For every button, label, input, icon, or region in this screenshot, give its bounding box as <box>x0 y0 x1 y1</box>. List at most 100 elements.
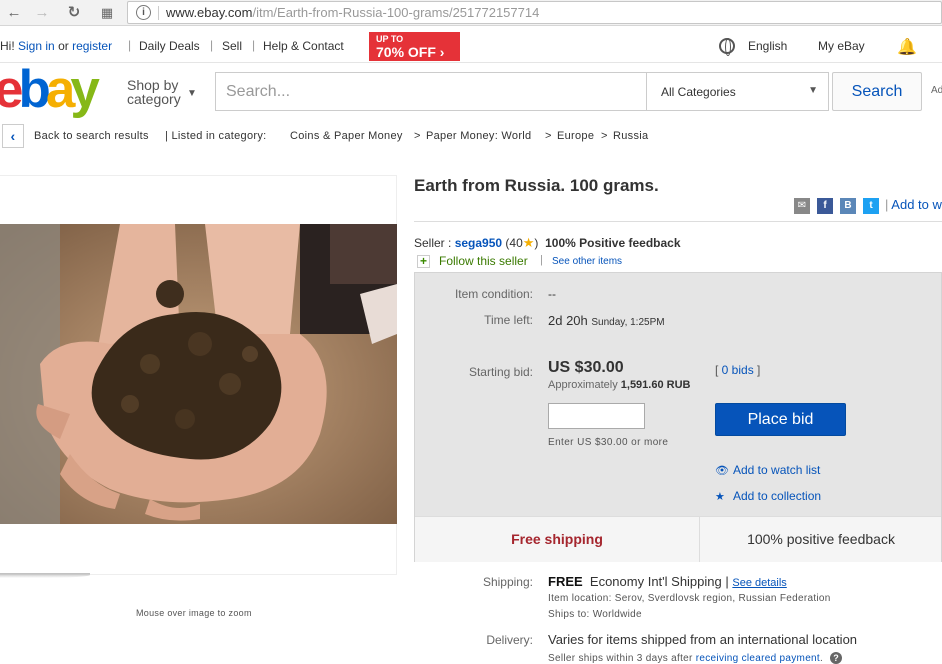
apps-grid-icon[interactable]: ▦ <box>97 3 117 23</box>
shipping-label: Shipping: <box>482 575 533 589</box>
ebay-logo[interactable]: ebay <box>0 62 100 118</box>
star-icon: ★ <box>715 491 725 503</box>
globe-icon <box>719 38 735 56</box>
item-title: Earth from Russia. 100 grams. <box>414 176 659 195</box>
help-contact-link[interactable]: Help & Contact <box>263 39 344 53</box>
sell-link[interactable]: Sell <box>222 39 242 53</box>
add-to-collection-link[interactable]: ★ Add to collection <box>715 489 821 503</box>
panel-shadow <box>0 573 90 578</box>
advanced-search-link[interactable]: Ad <box>931 85 942 96</box>
global-header: Hi! Sign in or register | Daily Deals | … <box>0 30 942 62</box>
time-left-value: 2d 20h Sunday, 1:25PM <box>548 313 665 328</box>
divider: | <box>252 38 256 52</box>
shop-by-line2: category <box>127 91 181 107</box>
header-divider <box>0 62 942 63</box>
breadcrumb-sep: > <box>545 130 552 142</box>
back-to-results-link[interactable]: Back to search results <box>34 130 149 142</box>
my-ebay-link[interactable]: My eBay <box>818 39 865 53</box>
star-icon: ★ <box>522 235 535 250</box>
seller-label: Seller : <box>414 236 452 250</box>
reload-icon[interactable]: ↻ <box>64 3 84 23</box>
add-to-watch-list-link[interactable]: 👁 Add to watch list <box>715 463 820 477</box>
facebook-share-icon[interactable]: f <box>817 198 833 214</box>
converted-price: Approximately 1,591.60 RUB <box>548 379 691 391</box>
delivery-label: Delivery: <box>486 633 533 647</box>
forward-arrow-icon[interactable]: → <box>32 3 52 23</box>
starting-bid-label: Starting bid: <box>468 365 533 379</box>
bid-hint: Enter US $30.00 or more <box>548 437 669 448</box>
seller-info: Seller : sega950 (40★) 100% Positive fee… <box>414 235 681 251</box>
bid-amount-input[interactable] <box>548 403 645 429</box>
see-details-link[interactable]: See details <box>732 577 786 589</box>
breadcrumb-item-europe[interactable]: Europe <box>557 130 594 142</box>
breadcrumb-item-coins[interactable]: Coins & Paper Money <box>290 130 403 142</box>
breadcrumb-sep: > <box>601 130 608 142</box>
search-placeholder: Search... <box>226 83 291 100</box>
add-to-watchlist-link[interactable]: | Add to w <box>885 197 942 212</box>
positive-feedback: 100% Positive feedback <box>545 236 681 250</box>
bid-box: Item condition: -- Time left: 2d 20h Sun… <box>414 272 942 562</box>
chevron-left-icon[interactable]: ‹ <box>2 124 24 148</box>
shop-by-line1: Shop by <box>127 77 179 93</box>
starting-bid-value: US $30.00 <box>548 359 624 376</box>
promo-line1: UP TO <box>376 34 404 44</box>
free-shipping-badge: Free shipping <box>415 517 700 562</box>
plus-icon[interactable]: + <box>417 255 430 268</box>
divider: | <box>540 254 543 266</box>
seller-name-link[interactable]: sega950 <box>455 236 502 250</box>
breadcrumb: ‹ Back to search results | Listed in cat… <box>0 124 942 148</box>
category-select[interactable]: All Categories ▼ <box>646 73 828 110</box>
delivery-note: Seller ships within 3 days after receivi… <box>548 652 843 664</box>
register-link[interactable]: register <box>72 39 112 53</box>
language-selector[interactable]: English <box>748 39 787 53</box>
address-bar[interactable]: i www.ebay.com/itm/Earth-from-Russia-100… <box>127 1 942 24</box>
divider: | <box>210 38 214 52</box>
divider: | <box>128 38 132 52</box>
address-divider <box>158 6 159 20</box>
zoom-hint: Mouse over image to zoom <box>136 608 252 618</box>
back-arrow-icon[interactable]: ← <box>4 3 24 23</box>
chevron-down-icon: ▼ <box>808 85 818 96</box>
item-image-panel <box>0 175 397 575</box>
ships-to: Ships to: Worldwide <box>548 609 642 620</box>
chevron-down-icon: ▼ <box>187 88 197 99</box>
search-input[interactable]: Search... All Categories ▼ <box>215 72 829 111</box>
help-icon[interactable]: ? <box>830 652 843 664</box>
email-share-icon[interactable]: ✉ <box>794 198 810 214</box>
daily-deals-link[interactable]: Daily Deals <box>139 39 200 53</box>
shipping-value: FREE Economy Int'l Shipping | See detail… <box>548 574 787 589</box>
url-text: www.ebay.com/itm/Earth-from-Russia-100-g… <box>166 5 540 20</box>
breadcrumb-item-paper-money[interactable]: Paper Money: World <box>426 130 531 142</box>
cleared-payment-link[interactable]: receiving cleared payment <box>696 653 820 664</box>
browser-toolbar: ← → ↻ ▦ i www.ebay.com/itm/Earth-from-Ru… <box>0 0 942 26</box>
breadcrumb-item-russia[interactable]: Russia <box>613 130 648 142</box>
title-divider <box>414 221 942 222</box>
feedback-count[interactable]: (40 <box>505 236 522 250</box>
feedback-count-close: ) <box>534 236 539 250</box>
place-bid-button[interactable]: Place bid <box>715 403 846 436</box>
sign-in-link[interactable]: Sign in <box>18 39 55 53</box>
blog-share-icon[interactable]: B <box>840 198 856 214</box>
see-other-items-link[interactable]: See other items <box>552 256 622 267</box>
time-left-label: Time left: <box>484 313 533 327</box>
shop-by-category-button[interactable]: Shop by category ▼ <box>127 77 197 107</box>
delivery-value: Varies for items shipped from an interna… <box>548 632 858 647</box>
eye-icon: 👁 <box>715 465 729 477</box>
twitter-share-icon[interactable]: t <box>863 198 879 214</box>
bid-count-link[interactable]: [ 0 bids ] <box>715 363 760 377</box>
shipping-strip: Free shipping 100% positive feedback <box>415 516 941 562</box>
search-button[interactable]: Search <box>832 72 922 111</box>
promo-banner[interactable]: UP TO 70% OFF › <box>369 32 460 61</box>
item-location: Item location: Serov, Sverdlovsk region,… <box>548 593 831 604</box>
condition-label: Item condition: <box>454 287 533 301</box>
info-icon[interactable]: i <box>136 5 151 20</box>
positive-feedback-badge: 100% positive feedback <box>747 531 895 547</box>
item-photo[interactable] <box>0 224 397 524</box>
category-value: All Categories <box>661 85 736 99</box>
listed-in-label: | Listed in category: <box>165 130 267 142</box>
condition-value: -- <box>548 287 556 301</box>
follow-seller-link[interactable]: Follow this seller <box>439 254 528 268</box>
breadcrumb-sep: > <box>414 130 421 142</box>
greeting: Hi! Sign in or register <box>0 39 113 53</box>
notification-bell-icon[interactable]: 🔔 <box>897 37 917 57</box>
